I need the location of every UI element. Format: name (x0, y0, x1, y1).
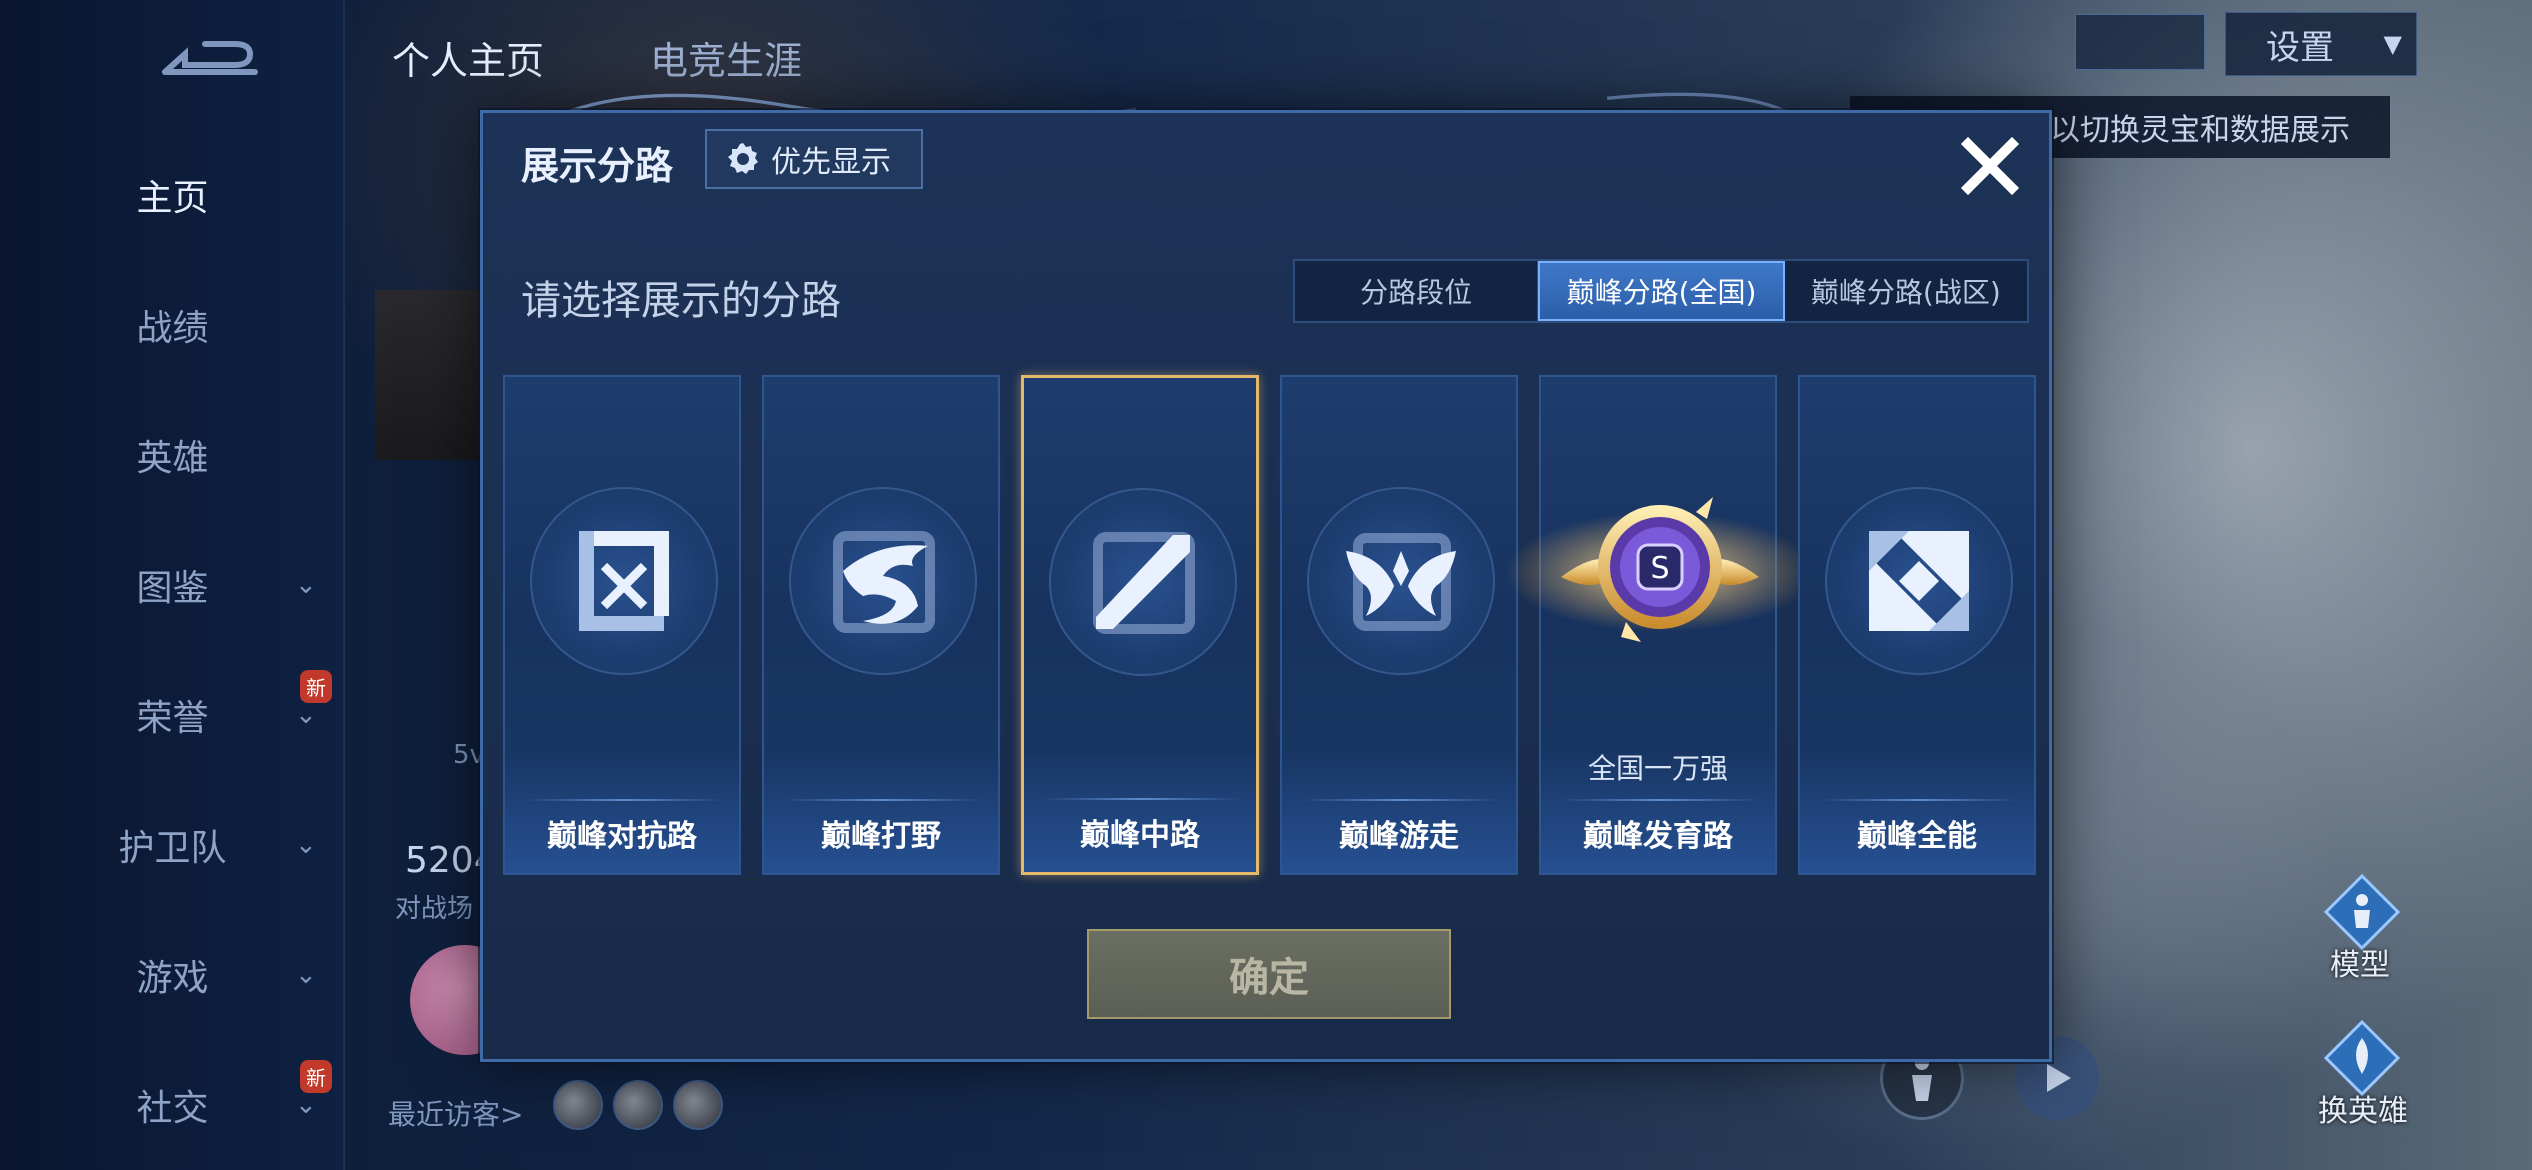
settings-label: 设置 (2266, 27, 2334, 68)
gear-icon (728, 143, 758, 174)
route-card-mid[interactable]: 巅峰中路 (1021, 375, 1259, 875)
rank-text: 全国一万强 (1587, 752, 1728, 785)
change-hero-label: 换英雄 (2318, 1094, 2408, 1129)
back-arrow-icon (162, 41, 258, 75)
dropdown-arrow-icon: ▼ (2383, 30, 2402, 58)
sidebar-item-label: 社交 (136, 1088, 209, 1129)
card-label: 巅峰对抗路 (547, 819, 697, 854)
visitor-avatar[interactable] (673, 1080, 723, 1130)
route-card-jungle[interactable]: 巅峰打野 (762, 375, 1000, 875)
recent-visitors-link[interactable]: 最近访客> (388, 1093, 523, 1133)
card-label: 巅峰游走 (1339, 819, 1459, 854)
match-count-label: 对战场 (395, 894, 474, 924)
new-badge: 新 (300, 670, 332, 703)
dialog-header: 展示分路 优先显示 (483, 113, 2049, 213)
model-label: 模型 (2330, 948, 2390, 983)
sidebar-item-heroes[interactable]: 英雄 (0, 410, 345, 500)
chevron-down-icon: ⌄ (295, 570, 317, 600)
route-card-allround[interactable]: 巅峰全能 (1798, 375, 2036, 875)
close-icon (1960, 136, 2020, 196)
card-label: 巅峰打野 (821, 819, 941, 854)
sidebar-item-label: 英雄 (136, 438, 209, 479)
sword-cross-icon (579, 531, 669, 631)
chevron-down-icon: ⌄ (295, 960, 317, 990)
sidebar-item-label: 游戏 (136, 958, 209, 999)
card-label: 巅峰全能 (1857, 819, 1977, 854)
slash-icon (1093, 532, 1195, 634)
sidebar-item-label: 图鉴 (136, 568, 209, 609)
close-button[interactable] (1945, 121, 2035, 211)
route-card-adc[interactable]: S 全国一万强 巅峰发育路 (1505, 375, 1815, 875)
status-badge[interactable] (2075, 14, 2205, 70)
tab-route-rank[interactable]: 分路段位 (1295, 261, 1539, 321)
avatar[interactable] (375, 290, 485, 460)
sidebar-item-label: 荣誉 (136, 698, 209, 739)
sidebar-item-social[interactable]: 社交 ⌄ 新 (0, 1060, 345, 1150)
priority-display-button[interactable]: 优先显示 (705, 129, 923, 189)
sidebar-item-codex[interactable]: 图鉴 ⌄ (0, 540, 345, 630)
tab-peak-national[interactable]: 巅峰分路(全国) (1538, 261, 1785, 321)
visitor-avatar[interactable] (613, 1080, 663, 1130)
svg-text:S: S (1650, 551, 1669, 586)
tab-career[interactable]: 电竞生涯 (650, 30, 802, 85)
dragon-icon (833, 531, 935, 633)
route-display-dialog: 展示分路 优先显示 请选择展示的分路 分路段位 巅峰分路(全国) 巅峰分路(战区… (480, 110, 2052, 1062)
card-label: 巅峰发育路 (1583, 819, 1733, 854)
card-label: 巅峰中路 (1080, 818, 1200, 853)
sidebar-item-guard[interactable]: 护卫队 ⌄ (0, 800, 345, 890)
wings-icon (1346, 533, 1456, 631)
sidebar-item-label: 战绩 (136, 308, 209, 349)
chevron-down-icon: ⌄ (295, 700, 317, 730)
back-button[interactable] (150, 30, 270, 90)
sidebar-item-honor[interactable]: 荣誉 ⌄ 新 (0, 670, 345, 760)
route-card-top[interactable]: 巅峰对抗路 (503, 375, 741, 875)
dialog-title: 展示分路 (521, 144, 674, 188)
sidebar-item-home[interactable]: 主页 (0, 150, 345, 240)
confirm-button[interactable]: 确定 (1087, 929, 1451, 1019)
route-cards: 巅峰对抗路 巅峰打野 巅峰中路 巅峰游走 S 全国一万强 巅峰发育路 巅峰全能 (503, 375, 2039, 875)
golden-medal-icon: S (1505, 497, 1815, 642)
chevron-down-icon: ⌄ (295, 830, 317, 860)
sidebar: 主页 战绩 英雄 图鉴 ⌄ 荣誉 ⌄ 新 护卫队 ⌄ 游戏 ⌄ 社交 ⌄ 新 (0, 0, 345, 1170)
sidebar-item-game[interactable]: 游戏 ⌄ (0, 930, 345, 1020)
sidebar-item-records[interactable]: 战绩 (0, 280, 345, 370)
sidebar-item-label: 护卫队 (118, 828, 227, 869)
tab-peak-region[interactable]: 巅峰分路(战区) (1785, 261, 2027, 321)
settings-button[interactable]: 设置 ▼ (2225, 12, 2417, 76)
route-type-tabs: 分路段位 巅峰分路(全国) 巅峰分路(战区) (1293, 259, 2029, 323)
new-badge: 新 (300, 1060, 332, 1093)
diamond-frame-icon (1869, 531, 1969, 631)
priority-label: 优先显示 (771, 145, 891, 180)
instruction-text: 请选择展示的分路 (521, 278, 841, 324)
tab-profile[interactable]: 个人主页 (392, 30, 544, 85)
route-card-roam[interactable]: 巅峰游走 (1280, 375, 1518, 875)
chevron-down-icon: ⌄ (295, 1090, 317, 1120)
visitor-avatar[interactable] (553, 1080, 603, 1130)
sidebar-item-label: 主页 (136, 178, 209, 219)
